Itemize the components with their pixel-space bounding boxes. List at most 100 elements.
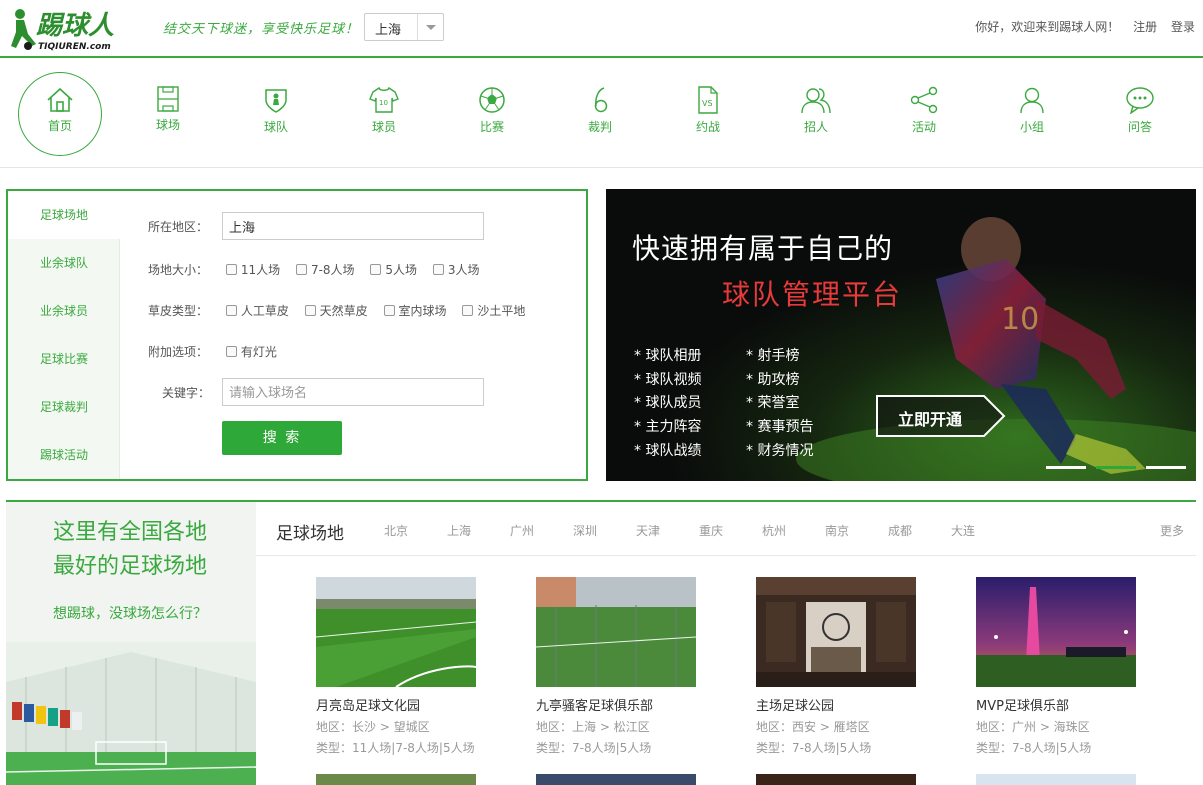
svg-text:踢球人: 踢球人 [36, 11, 114, 41]
tab-matches[interactable]: 足球比赛 [8, 335, 119, 383]
field-card-partial[interactable] [536, 774, 696, 785]
region-label: 所在地区： [148, 220, 209, 234]
turf-option-natural[interactable]: 天然草皮 [304, 302, 368, 319]
city-link-dalian[interactable]: 大连 [951, 522, 975, 539]
open-now-label: 立即开通 [898, 410, 963, 429]
keyword-row: 关键字： [162, 384, 222, 401]
size-option-11[interactable]: 11人场 [225, 261, 280, 278]
nav-item-home[interactable]: 首页 [18, 72, 102, 156]
checkbox[interactable] [383, 305, 395, 316]
banner-subheadline: 球队管理平台 [722, 278, 903, 311]
turf-label: 草皮类型： [148, 304, 209, 318]
city-link-beijing[interactable]: 北京 [384, 522, 408, 539]
nav-label: 裁判 [587, 120, 612, 134]
carousel-dot-1[interactable] [1046, 466, 1086, 469]
nav-item-group[interactable]: 小组 [990, 72, 1074, 156]
site-logo[interactable]: 踢球人 TIQIUREN.com [6, 4, 154, 54]
nav-item-player[interactable]: 10 球员 [342, 72, 426, 156]
tab-referees[interactable]: 足球裁判 [8, 383, 119, 431]
chevron-down-icon[interactable] [417, 14, 443, 40]
field-name[interactable]: 月亮岛足球文化园 [316, 695, 476, 714]
extra-label: 附加选项： [148, 345, 209, 359]
city-link-hangzhou[interactable]: 杭州 [762, 522, 786, 539]
city-link-tianjin[interactable]: 天津 [636, 522, 660, 539]
city-link-chengdu[interactable]: 成都 [888, 522, 912, 539]
banner-feature: 赛事预告 [746, 416, 813, 436]
field-name[interactable]: 主场足球公园 [756, 695, 916, 714]
city-select-value: 上海 [375, 23, 402, 38]
field-card[interactable]: 主场足球公园 地区：西安 > 雁塔区 类型：7-8人场|5人场 [756, 577, 916, 756]
field-photo[interactable] [976, 577, 1136, 687]
checkbox[interactable] [295, 264, 307, 275]
region-input[interactable] [222, 212, 484, 240]
size-option-3[interactable]: 3人场 [432, 261, 479, 278]
city-link-guangzhou[interactable]: 广州 [510, 522, 534, 539]
field-card[interactable]: MVP足球俱乐部 地区：广州 > 海珠区 类型：7-8人场|5人场 [976, 577, 1136, 756]
checkbox[interactable] [225, 305, 237, 316]
turf-option-artificial[interactable]: 人工草皮 [225, 302, 289, 319]
nav-item-challenge[interactable]: VS 约战 [666, 72, 750, 156]
field-card-partial[interactable] [756, 774, 916, 785]
banner-feature: 荣誉室 [746, 392, 799, 412]
tab-activities[interactable]: 踢球活动 [8, 431, 119, 479]
field-card-partial[interactable] [316, 774, 476, 785]
checkbox[interactable] [225, 346, 237, 357]
turf-row: 草皮类型： 人工草皮 天然草皮 室内球场 沙土平地 [148, 302, 537, 319]
size-label: 场地大小： [148, 263, 209, 277]
checkbox[interactable] [370, 264, 382, 275]
size-option-7-8[interactable]: 7-8人场 [295, 261, 355, 278]
promo-title: 这里有全国各地 最好的足球场地 [53, 520, 208, 579]
keyword-input[interactable] [222, 378, 484, 406]
city-select[interactable]: 上海 [364, 13, 444, 41]
city-link-shanghai[interactable]: 上海 [447, 522, 471, 539]
nav-item-pitch[interactable]: 球场 [126, 72, 210, 156]
carousel-dot-3[interactable] [1146, 466, 1186, 469]
extra-option-lights[interactable]: 有灯光 [225, 343, 277, 360]
city-link-chongqing[interactable]: 重庆 [699, 522, 723, 539]
nav-item-activity[interactable]: 活动 [882, 72, 966, 156]
city-link-nanjing[interactable]: 南京 [825, 522, 849, 539]
checkbox[interactable] [432, 264, 444, 275]
tab-fields[interactable]: 足球场地 [8, 191, 120, 239]
turf-option-indoor[interactable]: 室内球场 [383, 302, 447, 319]
checkbox[interactable] [225, 264, 237, 275]
nav-item-team[interactable]: 球队 [234, 72, 318, 156]
field-photo[interactable] [756, 577, 916, 687]
nav-item-referee[interactable]: 裁判 [558, 72, 642, 156]
search-button[interactable]: 搜 索 [222, 421, 342, 455]
tab-teams[interactable]: 业余球队 [8, 239, 119, 287]
field-type: 类型：7-8人场|5人场 [756, 741, 872, 755]
extra-row: 附加选项： 有灯光 [148, 343, 289, 360]
tab-players[interactable]: 业余球员 [8, 287, 119, 335]
nav-item-recruit[interactable]: 招人 [774, 72, 858, 156]
field-type: 类型：7-8人场|5人场 [536, 741, 652, 755]
home-icon [47, 87, 73, 112]
field-card[interactable]: 九亭骚客足球俱乐部 地区：上海 > 松江区 类型：7-8人场|5人场 [536, 577, 696, 756]
field-region: 地区：长沙 > 望城区 [316, 720, 430, 734]
checkbox[interactable] [304, 305, 316, 316]
checkbox[interactable] [462, 305, 474, 316]
nav-label: 球队 [263, 120, 288, 134]
field-card[interactable]: 月亮岛足球文化园 地区：长沙 > 望城区 类型：11人场|7-8人场|5人场 [316, 577, 476, 756]
carousel-dot-2[interactable] [1096, 466, 1136, 469]
more-link[interactable]: 更多 [1160, 522, 1184, 539]
field-photo[interactable] [316, 577, 476, 687]
nav-item-qa[interactable]: 问答 [1098, 72, 1182, 156]
field-photo[interactable] [536, 577, 696, 687]
city-link-shenzhen[interactable]: 深圳 [573, 522, 597, 539]
register-link[interactable]: 注册 [1133, 20, 1157, 34]
field-card-partial[interactable] [976, 774, 1136, 785]
promo-banner[interactable]: 10 快速拥有属于自己的 球队管理平台 球队相册 球队视频 球队成员 主力阵容 … [606, 189, 1196, 481]
user-links: 你好，欢迎来到踢球人网！ 注册 登录 [975, 18, 1195, 35]
search-panel: 足球场地 业余球队 业余球员 足球比赛 足球裁判 踢球活动 所在地区： 场地大小… [6, 189, 588, 481]
nav-item-match[interactable]: 比赛 [450, 72, 534, 156]
banner-feature: 射手榜 [746, 345, 799, 365]
open-now-button[interactable]: 立即开通 [876, 395, 1006, 437]
field-name[interactable]: MVP足球俱乐部 [976, 695, 1136, 714]
size-option-5[interactable]: 5人场 [370, 261, 417, 278]
field-name[interactable]: 九亭骚客足球俱乐部 [536, 695, 696, 714]
fields-header: 足球场地 北京 上海 广州 深圳 天津 重庆 杭州 南京 成都 大连 更多 [256, 502, 1196, 556]
keyword-label: 关键字： [162, 386, 211, 400]
login-link[interactable]: 登录 [1171, 20, 1195, 34]
turf-option-dirt[interactable]: 沙土平地 [462, 302, 525, 319]
